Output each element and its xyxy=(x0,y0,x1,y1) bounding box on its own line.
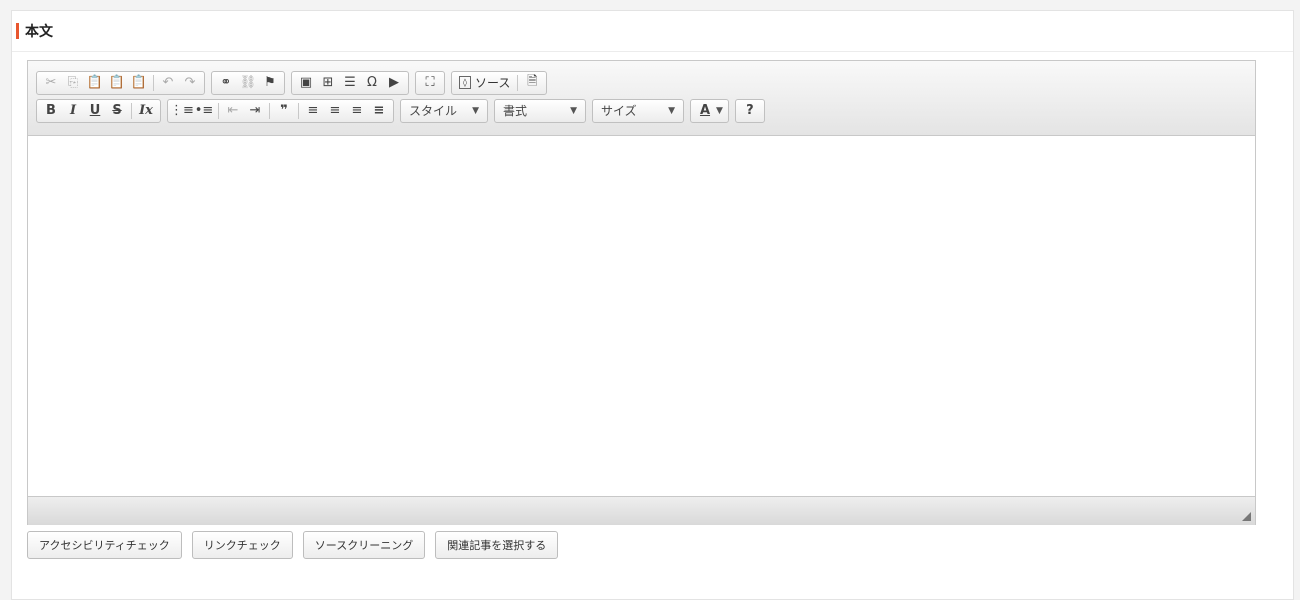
cut-icon[interactable]: ✂ xyxy=(40,73,62,93)
italic-button[interactable]: I xyxy=(62,101,84,121)
help-button[interactable]: ? xyxy=(739,101,761,121)
editor-statusbar xyxy=(28,496,1255,525)
separator xyxy=(269,102,270,119)
paste-text-icon[interactable]: 📋 xyxy=(106,73,128,93)
numbered-list-icon[interactable]: ⋮≡ xyxy=(170,101,194,121)
video-icon[interactable]: ▶ xyxy=(383,73,405,93)
editor-toolbar: ✂ ⎘ 📋 📋 📋 ↶ ↷ ⚭ ⛓ ⚑ ▣ ⊞ ☰ Ω ▶ ⛶ ◊ ソース 🗎 … xyxy=(28,61,1255,136)
format-dropdown[interactable]: 書式 ▼ xyxy=(494,98,586,123)
resize-handle-icon[interactable] xyxy=(1242,512,1251,521)
chevron-down-icon: ▼ xyxy=(668,105,675,116)
align-left-icon[interactable]: ≡ xyxy=(302,101,324,121)
separator xyxy=(517,74,519,91)
accessibility-check-button[interactable]: アクセシビリティチェック xyxy=(27,531,182,559)
style-dropdown[interactable]: スタイル ▼ xyxy=(400,98,488,123)
horizontal-rule-icon[interactable]: ☰ xyxy=(339,73,361,93)
separator xyxy=(131,102,132,119)
align-center-icon[interactable]: ≡ xyxy=(324,101,346,121)
select-related-button[interactable]: 関連記事を選択する xyxy=(435,531,559,559)
chevron-down-icon: ▼ xyxy=(472,105,479,116)
action-buttons: アクセシビリティチェック リンクチェック ソースクリーニング 関連記事を選択する xyxy=(27,531,568,559)
size-dropdown[interactable]: サイズ ▼ xyxy=(592,98,684,123)
align-right-icon[interactable]: ≡ xyxy=(346,101,368,121)
toolbar-row-2: B I U S Ix ⋮≡ •≡ ⇤ ⇥ ❞ ≡ ≡ ≡ ≡ スタイル ▼ 書式… xyxy=(36,98,1255,123)
clipboard-group: ✂ ⎘ 📋 📋 📋 ↶ ↷ xyxy=(36,70,205,95)
copy-icon[interactable]: ⎘ xyxy=(62,73,84,93)
panel-header: 本文 xyxy=(12,11,1293,52)
separator xyxy=(218,102,219,119)
link-icon[interactable]: ⚭ xyxy=(215,73,237,93)
toolbar-row-1: ✂ ⎘ 📋 📋 📋 ↶ ↷ ⚭ ⛓ ⚑ ▣ ⊞ ☰ Ω ▶ ⛶ ◊ ソース 🗎 xyxy=(36,70,1255,95)
separator xyxy=(153,74,154,91)
chevron-down-icon: ▼ xyxy=(570,105,577,116)
anchor-icon[interactable]: ⚑ xyxy=(259,73,281,93)
outdent-icon[interactable]: ⇤ xyxy=(222,101,244,121)
link-group: ⚭ ⛓ ⚑ xyxy=(211,70,285,95)
remove-format-button[interactable]: Ix xyxy=(135,101,157,121)
bulleted-list-icon[interactable]: •≡ xyxy=(193,101,215,121)
maximize-icon[interactable]: ⛶ xyxy=(419,73,441,93)
color-group: A ▼ xyxy=(690,98,729,123)
link-check-button[interactable]: リンクチェック xyxy=(191,531,293,559)
image-icon[interactable]: ▣ xyxy=(295,73,317,93)
text-color-button[interactable]: A xyxy=(694,101,716,121)
bold-button[interactable]: B xyxy=(40,101,62,121)
paste-icon[interactable]: 📋 xyxy=(84,73,106,93)
preview-icon[interactable]: 🗎 xyxy=(521,73,543,93)
indent-icon[interactable]: ⇥ xyxy=(244,101,266,121)
tools-group: ⛶ xyxy=(415,70,445,95)
size-label: サイズ xyxy=(601,104,637,118)
underline-button[interactable]: U xyxy=(84,101,106,121)
table-icon[interactable]: ⊞ xyxy=(317,73,339,93)
basic-style-group: B I U S Ix xyxy=(36,98,161,123)
paragraph-group: ⋮≡ •≡ ⇤ ⇥ ❞ ≡ ≡ ≡ ≡ xyxy=(167,98,394,123)
document-group: ◊ ソース 🗎 xyxy=(451,70,548,95)
accent-bar xyxy=(16,23,19,39)
source-button[interactable]: ◊ ソース xyxy=(455,73,514,93)
special-char-icon[interactable]: Ω xyxy=(361,73,383,93)
chevron-down-icon[interactable]: ▼ xyxy=(716,106,723,116)
panel-title: 本文 xyxy=(25,24,53,40)
source-cleaning-button[interactable]: ソースクリーニング xyxy=(302,531,426,559)
source-icon: ◊ xyxy=(459,76,471,89)
editor-content-area[interactable] xyxy=(28,136,1255,496)
strike-button[interactable]: S xyxy=(106,101,128,121)
style-label: スタイル xyxy=(409,104,458,118)
paste-word-icon[interactable]: 📋 xyxy=(128,73,150,93)
blockquote-icon[interactable]: ❞ xyxy=(273,101,295,121)
insert-group: ▣ ⊞ ☰ Ω ▶ xyxy=(291,70,409,95)
format-label: 書式 xyxy=(503,104,528,118)
unlink-icon[interactable]: ⛓ xyxy=(237,73,259,93)
help-group: ? xyxy=(734,98,765,123)
align-justify-icon[interactable]: ≡ xyxy=(368,101,390,121)
source-label: ソース xyxy=(475,76,511,90)
undo-icon[interactable]: ↶ xyxy=(157,73,179,93)
redo-icon[interactable]: ↷ xyxy=(179,73,201,93)
separator xyxy=(298,102,299,119)
rich-text-editor: ✂ ⎘ 📋 📋 📋 ↶ ↷ ⚭ ⛓ ⚑ ▣ ⊞ ☰ Ω ▶ ⛶ ◊ ソース 🗎 … xyxy=(27,60,1256,525)
